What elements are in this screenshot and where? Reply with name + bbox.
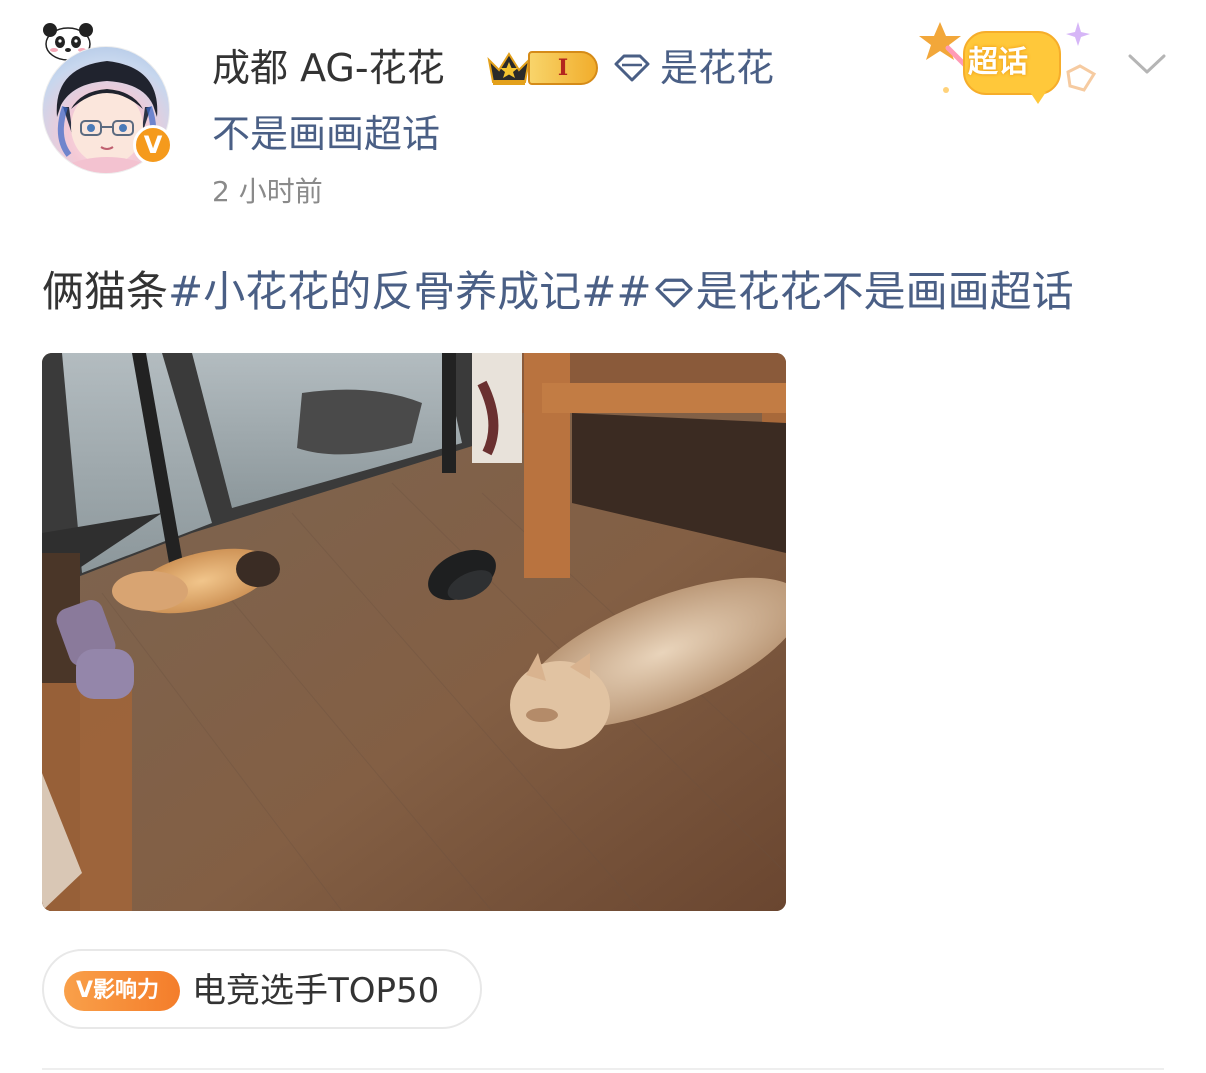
topic-link[interactable]: 是花花 <box>660 42 774 94</box>
supertopic-label[interactable]: 超话 <box>968 40 1028 86</box>
post-image[interactable] <box>42 353 786 911</box>
topic-link-continued[interactable]: 不是画画超话 <box>212 108 440 160</box>
post-text: 俩猫条#小花花的反骨养成记## 是花花不是画画超话 <box>42 260 1074 324</box>
level-badge: I <box>528 51 598 85</box>
supertopic-tag-link[interactable]: # 是花花不是画画超话 <box>616 267 1073 316</box>
verified-badge: V <box>133 125 173 165</box>
diamond-icon <box>655 278 693 308</box>
influence-pill[interactable]: V影响力 电竞选手TOP50 <box>42 949 482 1029</box>
divider <box>42 1068 1164 1070</box>
influence-badge: V影响力 <box>64 971 180 1011</box>
author-name[interactable]: 成都 AG-花花 <box>212 42 445 94</box>
post-text-plain: 俩猫条 <box>42 267 169 316</box>
post-timestamp: 2 小时前 <box>212 175 323 208</box>
hashtag-link[interactable]: #小花花的反骨养成记# <box>168 267 616 316</box>
author-avatar[interactable]: V <box>38 12 178 174</box>
chevron-down-icon[interactable] <box>1126 48 1168 78</box>
influence-text: 电竞选手TOP50 <box>192 971 440 1011</box>
crown-icon <box>487 52 531 85</box>
supertopic-tag-text[interactable]: 是花花不是画画超话 <box>696 267 1074 316</box>
diamond-icon <box>614 54 650 82</box>
